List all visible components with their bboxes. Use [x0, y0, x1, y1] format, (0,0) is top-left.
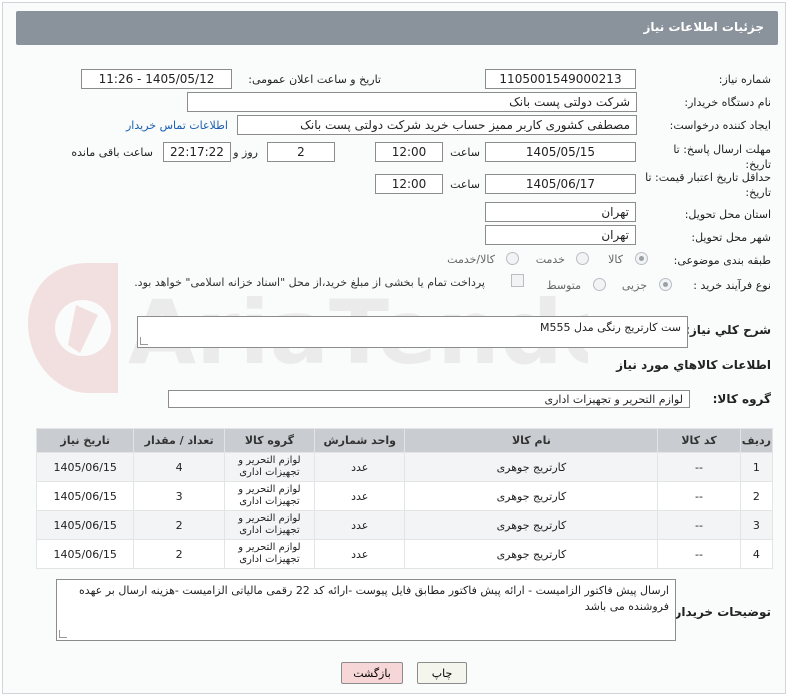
page-header: جزئیات اطلاعات نیاز	[16, 11, 778, 45]
treasury-payment-checkbox[interactable]	[511, 274, 524, 287]
row-name: کارتریج جوهری	[404, 539, 659, 569]
need-number-field: 1105001549000213	[485, 69, 636, 89]
row-qty: 4	[133, 452, 225, 482]
buyer-notes-text: ارسال پیش فاکتور الزامیست - ارائه پیش فا…	[79, 584, 669, 613]
province-label: استان محل تحویل:	[684, 208, 771, 221]
row-unit: عدد	[314, 481, 406, 511]
row-code: --	[657, 481, 741, 511]
remaining-label: ساعت باقی مانده	[71, 146, 153, 159]
row-index: 1	[739, 452, 774, 482]
province-field: تهران	[485, 202, 636, 222]
creator-field: مصطفی کشوری کاربر ممیز حساب خرید شرکت دو…	[237, 115, 637, 135]
goods-group-field: لوازم التحرير و تجهيزات اداری	[168, 390, 690, 408]
table-row: 2 -- کارتریج جوهری عدد لوازم التحرير و ت…	[35, 481, 774, 511]
row-name: کارتریج جوهری	[404, 510, 659, 540]
row-qty: 2	[133, 539, 225, 569]
row-unit: عدد	[314, 452, 406, 482]
buyer-org-field: شرکت دولتی پست بانک	[187, 92, 637, 112]
row-name: کارتریج جوهری	[404, 452, 659, 482]
row-index: 3	[739, 510, 774, 540]
treasury-payment-note: پرداخت تمام یا بخشی از مبلغ خرید،از محل …	[134, 276, 485, 289]
days-field: 2	[267, 142, 335, 162]
row-code: --	[657, 539, 741, 569]
category-option-goods: کالا	[608, 253, 623, 266]
col-index: رديف	[739, 428, 774, 453]
print-button[interactable]: چاپ	[417, 662, 467, 684]
reply-deadline-label: مهلت ارسال پاسخ: تا تاریخ:	[673, 143, 771, 171]
goods-table-header: رديف کد کالا نام کالا واحد شمارش گروه کا…	[35, 428, 774, 453]
remaining-time-field: 22:17:22	[163, 142, 231, 162]
description-text: ست کارتریج رنگی مدل M555	[540, 321, 681, 334]
row-index: 2	[739, 481, 774, 511]
description-field[interactable]: ست کارتریج رنگی مدل M555	[137, 316, 688, 348]
goods-group-label: گروه کالا:	[712, 392, 771, 406]
category-label: طبقه بندی موضوعی:	[673, 254, 771, 267]
col-qty: تعداد / مقدار	[133, 428, 225, 453]
row-name: کارتریج جوهری	[404, 481, 659, 511]
row-index: 4	[739, 539, 774, 569]
category-radio-service[interactable]	[576, 252, 589, 265]
category-option-service: خدمت	[535, 253, 565, 266]
purchase-option-small: جزیی	[621, 279, 647, 292]
days-label: روز و	[233, 146, 258, 159]
row-qty: 3	[133, 481, 225, 511]
goods-table: رديف کد کالا نام کالا واحد شمارش گروه کا…	[35, 428, 774, 569]
buyer-org-label: نام دستگاه خریدار:	[684, 96, 771, 109]
announce-label: تاریخ و ساعت اعلان عمومی:	[248, 73, 381, 86]
city-field: تهران	[485, 225, 636, 245]
announce-field: 1405/05/12 - 11:26	[81, 69, 232, 89]
row-unit: عدد	[314, 539, 406, 569]
resize-handle[interactable]	[140, 337, 148, 345]
row-group: لوازم التحرير و تجهيزات اداری	[223, 510, 316, 540]
city-label: شهر محل تحویل:	[691, 231, 771, 244]
col-date: تاریخ نیاز	[35, 428, 135, 453]
price-validity-label: حداقل تاریخ اعتبار قیمت: تا تاریخ:	[645, 171, 771, 199]
category-radio-goods[interactable]	[635, 252, 648, 265]
need-number-label: شماره نیاز:	[718, 73, 771, 86]
reply-time-label: ساعت	[450, 146, 480, 159]
page-title: جزئیات اطلاعات نیاز	[643, 20, 764, 34]
purchase-radio-medium[interactable]	[593, 278, 606, 291]
category-radio-goods-service[interactable]	[506, 252, 519, 265]
purchase-radio-small[interactable]	[659, 278, 672, 291]
purchase-type-label: نوع فرآیند خرید :	[693, 279, 771, 292]
buyer-contact-link[interactable]: اطلاعات تماس خریدار	[126, 119, 228, 132]
price-time-label: ساعت	[450, 178, 480, 191]
price-time-field: 12:00	[375, 174, 443, 194]
row-group: لوازم التحرير و تجهيزات اداری	[223, 539, 316, 569]
row-date: 1405/06/15	[35, 481, 135, 511]
table-row: 3 -- کارتریج جوهری عدد لوازم التحرير و ت…	[35, 510, 774, 540]
row-group: لوازم التحرير و تجهيزات اداری	[223, 452, 316, 482]
purchase-option-medium: متوسط	[546, 279, 581, 292]
buyer-notes-field[interactable]: ارسال پیش فاکتور الزامیست - ارائه پیش فا…	[56, 579, 676, 641]
col-group: گروه کالا	[223, 428, 316, 453]
row-date: 1405/06/15	[35, 539, 135, 569]
row-group: لوازم التحرير و تجهيزات اداری	[223, 481, 316, 511]
row-date: 1405/06/15	[35, 510, 135, 540]
reply-date-field: 1405/05/15	[485, 142, 636, 162]
row-qty: 2	[133, 510, 225, 540]
row-date: 1405/06/15	[35, 452, 135, 482]
creator-label: ایجاد کننده درخواست:	[669, 119, 771, 132]
back-button[interactable]: بازگشت	[341, 662, 403, 684]
resize-handle[interactable]	[59, 630, 67, 638]
goods-section-title: اطلاعات کالاهاي مورد نياز	[616, 358, 771, 372]
col-code: کد کالا	[657, 428, 741, 453]
reply-time-field: 12:00	[375, 142, 443, 162]
col-name: نام کالا	[404, 428, 659, 453]
buyer-notes-label: توضیحات خریدار:	[669, 605, 771, 619]
row-unit: عدد	[314, 510, 406, 540]
row-code: --	[657, 510, 741, 540]
col-unit: واحد شمارش	[314, 428, 406, 453]
page-container: جزئیات اطلاعات نیاز شماره نیاز: 11050015…	[2, 2, 786, 694]
table-row: 4 -- کارتریج جوهری عدد لوازم التحرير و ت…	[35, 539, 774, 569]
price-date-field: 1405/06/17	[485, 174, 636, 194]
table-row: 1 -- کارتریج جوهری عدد لوازم التحرير و ت…	[35, 452, 774, 482]
category-option-goods-service: کالا/خدمت	[447, 253, 495, 266]
row-code: --	[657, 452, 741, 482]
description-label: شرح کلي نياز:	[685, 323, 771, 337]
